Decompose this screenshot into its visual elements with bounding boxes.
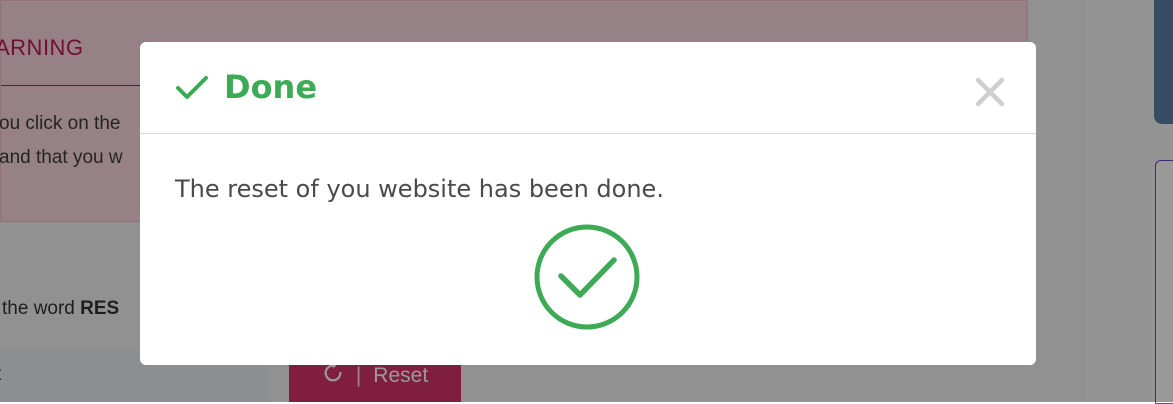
checkmark-icon — [175, 74, 209, 102]
dialog-title: Done — [224, 68, 318, 106]
close-button[interactable] — [972, 74, 1008, 110]
close-icon — [972, 77, 1008, 114]
success-dialog: Done The reset of you website has been d… — [140, 42, 1036, 365]
dialog-message: The reset of you website has been done. — [175, 175, 664, 203]
dialog-header: Done — [140, 42, 1036, 134]
success-circle-check-icon — [534, 224, 640, 330]
